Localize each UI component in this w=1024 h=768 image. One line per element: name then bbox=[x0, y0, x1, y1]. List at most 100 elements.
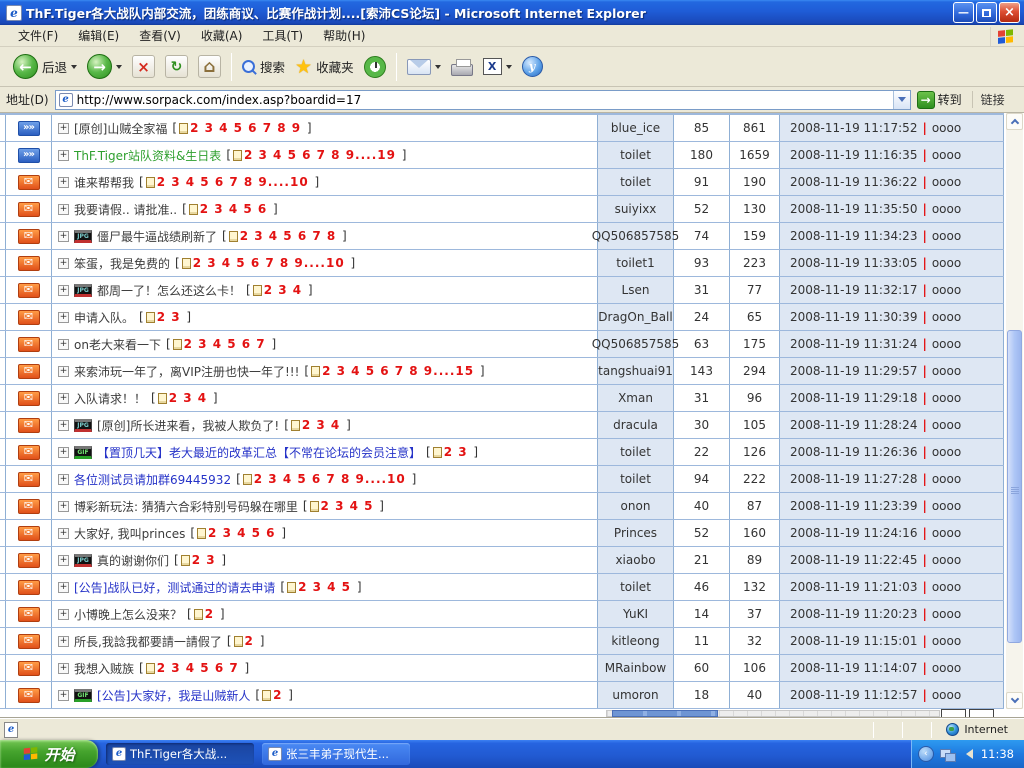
thread-title-link[interactable]: 所長,我諗我都要請一請假了 bbox=[74, 633, 222, 650]
minimize-button[interactable]: — bbox=[953, 2, 974, 23]
expand-plus-icon[interactable]: + bbox=[58, 474, 69, 485]
page-numbers[interactable]: 2 3 4 5 6 7 8 9....10 bbox=[157, 175, 309, 189]
go-button[interactable]: → 转到 bbox=[917, 91, 962, 109]
thread-title-link[interactable]: ThF.Tiger站队资料&生日表 bbox=[74, 147, 221, 164]
maximize-button[interactable] bbox=[976, 2, 997, 23]
thread-pages[interactable]: [2 3 4 5 6 7 8 9....10 ] bbox=[139, 175, 319, 189]
page-numbers[interactable]: 2 3 4 bbox=[169, 391, 207, 405]
page-numbers[interactable]: 2 3 4 bbox=[264, 283, 302, 297]
thread-pages[interactable]: [2 ] bbox=[187, 607, 225, 621]
expand-plus-icon[interactable]: + bbox=[58, 150, 69, 161]
thread-author[interactable]: umoron bbox=[598, 682, 674, 708]
thread-title-link[interactable]: 我要请假.. 请批准.. bbox=[74, 201, 177, 218]
thread-title-link[interactable]: [原创]山贼全家福 bbox=[74, 120, 167, 137]
page-numbers[interactable]: 2 3 4 5 6 7 bbox=[184, 337, 266, 351]
thread-pages[interactable]: [2 3 4 5 6 7 8 9....15 ] bbox=[304, 364, 484, 378]
thread-author[interactable]: xiaobo bbox=[598, 547, 674, 573]
thread-author[interactable]: toilet bbox=[598, 169, 674, 195]
horizontal-scroll-area[interactable] bbox=[0, 709, 1006, 718]
thread-pages[interactable]: [2 3 4 5 6 7 8 ] bbox=[222, 229, 347, 243]
page-numbers[interactable]: 2 3 4 5 6 bbox=[208, 526, 275, 540]
thread-pages[interactable]: [2 3 4 5 6 ] bbox=[182, 202, 278, 216]
thread-pages[interactable]: [2 3 4 5 6 ] bbox=[190, 526, 286, 540]
expand-plus-icon[interactable]: + bbox=[58, 285, 69, 296]
home-button[interactable]: ⌂ bbox=[193, 53, 226, 80]
thread-author[interactable]: MRainbow bbox=[598, 655, 674, 681]
page-numbers[interactable]: 2 3 4 5 bbox=[298, 580, 351, 594]
thread-pages[interactable]: [2 3 ] bbox=[426, 445, 478, 459]
thread-pages[interactable]: [2 3 ] bbox=[139, 310, 191, 324]
expand-plus-icon[interactable]: + bbox=[58, 177, 69, 188]
expand-plus-icon[interactable]: + bbox=[58, 366, 69, 377]
expand-plus-icon[interactable]: + bbox=[58, 501, 69, 512]
thread-author[interactable]: blue_ice bbox=[598, 115, 674, 141]
last-poster[interactable]: oooo bbox=[932, 553, 961, 567]
thread-pages[interactable]: [2 ] bbox=[227, 634, 265, 648]
page-numbers[interactable]: 2 3 4 5 6 7 8 9 bbox=[190, 121, 301, 135]
last-poster[interactable]: oooo bbox=[932, 580, 961, 594]
expand-plus-icon[interactable]: + bbox=[58, 204, 69, 215]
last-poster[interactable]: oooo bbox=[932, 148, 961, 162]
last-poster[interactable]: oooo bbox=[932, 202, 961, 216]
thread-author[interactable]: tangshuai91 bbox=[598, 358, 674, 384]
taskbar-task-1[interactable]: e ThF.Tiger各大战... bbox=[106, 743, 254, 765]
page-numbers[interactable]: 2 3 4 bbox=[302, 418, 340, 432]
last-poster[interactable]: oooo bbox=[932, 310, 961, 324]
expand-plus-icon[interactable]: + bbox=[58, 393, 69, 404]
expand-plus-icon[interactable]: + bbox=[58, 447, 69, 458]
page-numbers[interactable]: 2 3 bbox=[157, 310, 181, 324]
forward-button[interactable]: → bbox=[82, 52, 127, 81]
thread-title-link[interactable]: on老大来看一下 bbox=[74, 336, 161, 353]
page-numbers[interactable]: 2 3 4 5 6 7 8 bbox=[240, 229, 337, 243]
expand-plus-icon[interactable]: + bbox=[58, 663, 69, 674]
thread-author[interactable]: Lsen bbox=[598, 277, 674, 303]
print-button[interactable] bbox=[446, 56, 478, 78]
last-poster[interactable]: oooo bbox=[932, 499, 961, 513]
expand-plus-icon[interactable]: + bbox=[58, 420, 69, 431]
back-dropdown-icon[interactable] bbox=[71, 65, 77, 72]
thread-author[interactable]: QQ506857585 bbox=[598, 331, 674, 357]
scroll-up-button[interactable] bbox=[1006, 113, 1023, 130]
thread-pages[interactable]: [2 3 4 ] bbox=[246, 283, 313, 297]
last-poster[interactable]: oooo bbox=[932, 607, 961, 621]
page-numbers[interactable]: 2 bbox=[205, 607, 214, 621]
page-numbers[interactable]: 2 3 4 5 6 bbox=[200, 202, 267, 216]
last-poster[interactable]: oooo bbox=[932, 337, 961, 351]
last-poster[interactable]: oooo bbox=[932, 688, 961, 702]
messenger-button[interactable]: y bbox=[517, 54, 548, 79]
mail-button[interactable] bbox=[402, 57, 446, 77]
search-button[interactable]: 搜索 bbox=[237, 55, 290, 78]
thread-author[interactable]: toilet bbox=[598, 574, 674, 600]
thread-author[interactable]: toilet bbox=[598, 439, 674, 465]
page-numbers[interactable]: 2 3 bbox=[444, 445, 468, 459]
expand-plus-icon[interactable]: + bbox=[58, 528, 69, 539]
last-poster[interactable]: oooo bbox=[932, 526, 961, 540]
back-button[interactable]: ← 后退 bbox=[8, 52, 82, 81]
menu-view[interactable]: 查看(V) bbox=[129, 24, 191, 47]
menu-favorites[interactable]: 收藏(A) bbox=[191, 24, 253, 47]
expand-plus-icon[interactable]: + bbox=[58, 258, 69, 269]
thread-pages[interactable]: [2 3 ] bbox=[174, 553, 226, 567]
thread-title-link[interactable]: 谁来帮帮我 bbox=[74, 174, 134, 191]
expand-plus-icon[interactable]: + bbox=[58, 123, 69, 134]
thread-author[interactable]: toilet1 bbox=[598, 250, 674, 276]
thread-title-link[interactable]: 申请入队。 bbox=[74, 309, 134, 326]
refresh-button[interactable]: ↻ bbox=[160, 53, 193, 80]
thread-author[interactable]: QQ506857585 bbox=[598, 223, 674, 249]
last-poster[interactable]: oooo bbox=[932, 472, 961, 486]
last-poster[interactable]: oooo bbox=[932, 661, 961, 675]
page-numbers[interactable]: 2 3 4 5 bbox=[321, 499, 374, 513]
thread-title-link[interactable]: 笨蛋，我是免费的 bbox=[74, 255, 170, 272]
page-numbers[interactable]: 2 bbox=[245, 634, 254, 648]
page-numbers[interactable]: 2 3 4 5 6 7 8 9....10 bbox=[193, 256, 345, 270]
taskbar-task-2[interactable]: e 张三丰弟子现代生... bbox=[262, 743, 410, 765]
address-input[interactable]: e http://www.sorpack.com/index.asp?board… bbox=[55, 90, 911, 110]
thread-title-link[interactable]: 各位测试员请加群69445932 bbox=[74, 471, 231, 488]
last-poster[interactable]: oooo bbox=[932, 175, 961, 189]
menu-tools[interactable]: 工具(T) bbox=[252, 24, 313, 47]
thread-title-link[interactable]: 真的谢谢你们 bbox=[97, 552, 169, 569]
network-icon[interactable] bbox=[940, 749, 955, 760]
last-poster[interactable]: oooo bbox=[932, 283, 961, 297]
thread-author[interactable]: onon bbox=[598, 493, 674, 519]
thread-title-link[interactable]: [公告]战队已好，测试通过的请去申请 bbox=[74, 579, 275, 596]
